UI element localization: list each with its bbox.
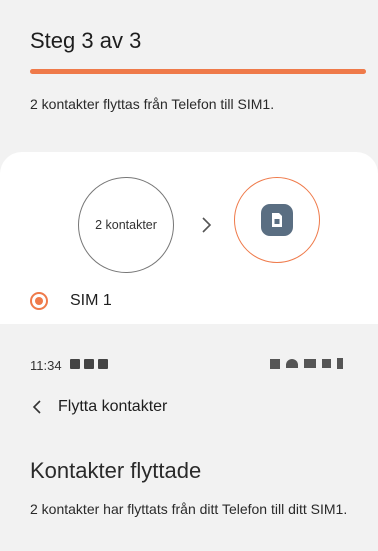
result-description: 2 kontakter har flyttats från ditt Telef… — [30, 501, 348, 517]
message-notification-icon — [98, 359, 108, 369]
source-label: 2 kontakter — [95, 218, 157, 232]
notification-icons — [70, 359, 108, 369]
sim1-label[interactable]: SIM 1 — [70, 292, 112, 310]
source-contacts-circle: 2 kontakter — [78, 177, 174, 273]
step-title: Steg 3 av 3 — [30, 28, 142, 53]
mute-icon — [270, 358, 280, 369]
target-sim-circle — [234, 177, 320, 263]
sim1-radio-dot — [35, 297, 43, 305]
status-bar: 11:34 — [0, 352, 378, 382]
battery-icon — [337, 358, 343, 369]
transfer-card — [0, 152, 378, 324]
volte-icon — [304, 359, 316, 368]
back-arrow-icon[interactable] — [30, 399, 44, 415]
app-notification-icon — [84, 359, 94, 369]
step-header — [0, 0, 378, 152]
result-heading: Kontakter flyttade — [30, 458, 202, 483]
step-progress-fill — [30, 69, 366, 74]
status-time: 11:34 — [30, 358, 62, 373]
sim1-radio[interactable] — [30, 292, 48, 310]
gallery-notification-icon — [70, 359, 80, 369]
signal-icon — [322, 359, 331, 368]
system-icons — [270, 358, 343, 369]
sim-card-icon — [261, 204, 293, 236]
chevron-right-icon — [202, 217, 212, 233]
app-title: Flytta kontakter — [58, 398, 168, 415]
step-progress-bar — [30, 69, 366, 74]
wifi-icon — [286, 359, 298, 368]
move-description: 2 kontakter flyttas från Telefon till SI… — [30, 96, 275, 112]
